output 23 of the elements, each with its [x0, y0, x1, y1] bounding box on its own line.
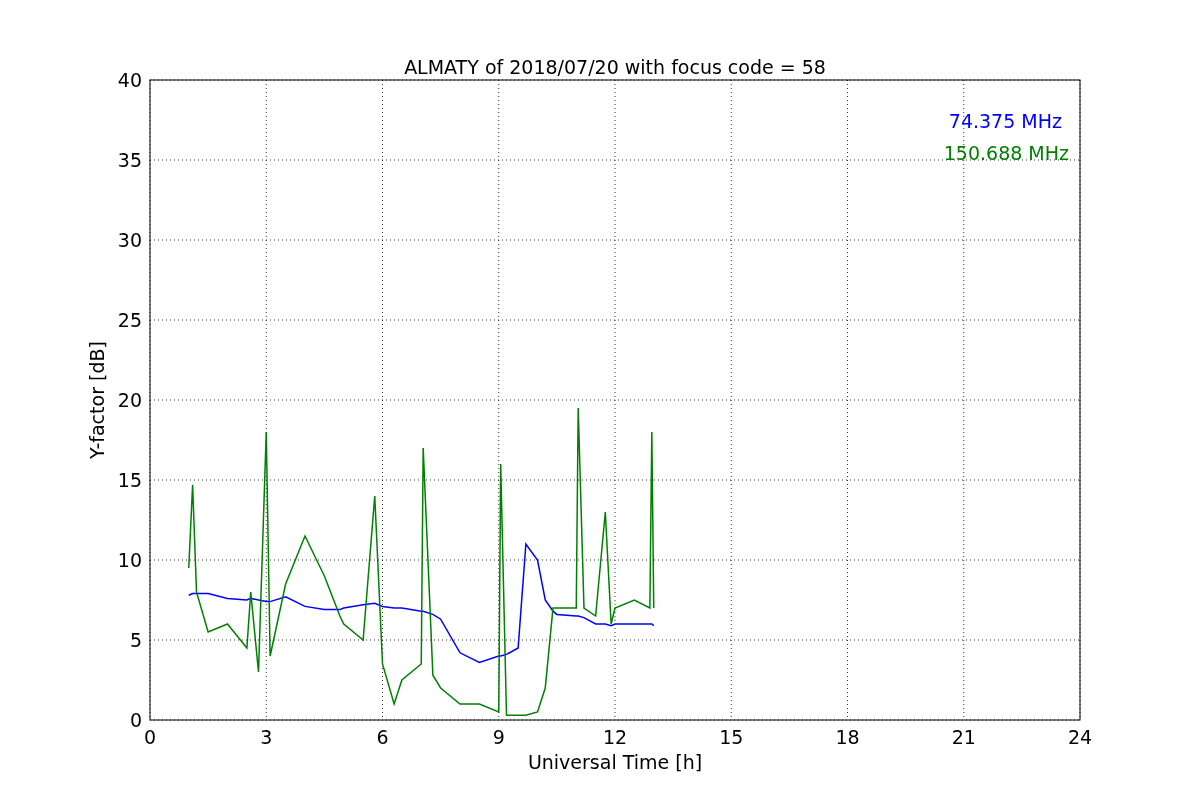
x-tick-label: 18 — [835, 726, 860, 748]
y-tick-label: 15 — [117, 469, 142, 491]
x-axis-label: Universal Time [h] — [527, 751, 703, 773]
y-axis-label: Y-factor [dB] — [86, 341, 108, 459]
x-tick-label: 24 — [1067, 726, 1093, 748]
y-tick-label: 25 — [117, 309, 142, 331]
x-tick-label: 12 — [602, 726, 628, 748]
y-tick-label: 35 — [117, 149, 142, 171]
x-tick-label: 21 — [951, 726, 976, 748]
y-tick-label: 10 — [117, 549, 142, 571]
x-tick-label: 6 — [376, 726, 389, 748]
x-tick-label: 9 — [492, 726, 505, 748]
y-tick-label: 5 — [129, 629, 142, 651]
chart-title: ALMATY of 2018/07/20 with focus code = 58 — [404, 56, 826, 78]
y-tick-label: 40 — [117, 69, 142, 91]
legend-label: 74.375 MHz — [948, 110, 1062, 132]
y-tick-label: 20 — [117, 389, 142, 411]
y-tick-label: 0 — [129, 709, 142, 731]
legend-label: 150.688 MHz — [943, 142, 1069, 164]
y-tick-label: 30 — [117, 229, 142, 251]
x-tick-label: 15 — [719, 726, 744, 748]
x-tick-label: 3 — [260, 726, 273, 748]
x-tick-label: 0 — [143, 726, 157, 748]
